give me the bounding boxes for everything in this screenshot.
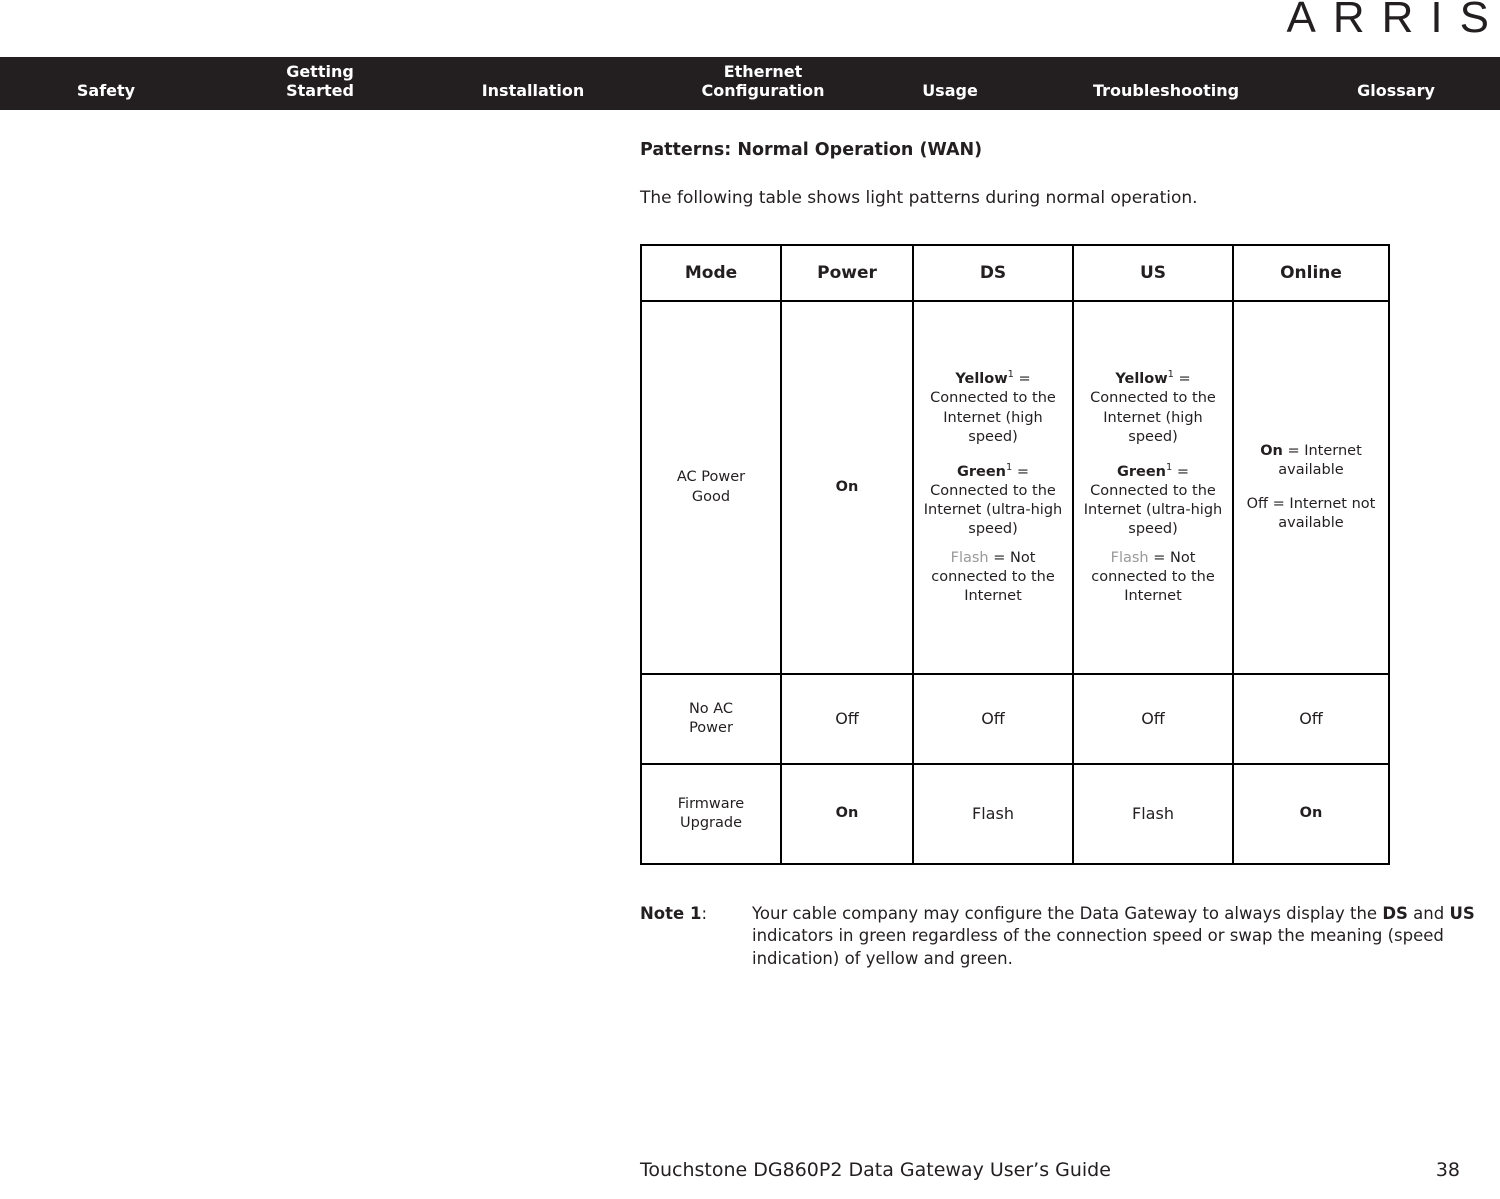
cell-us-no-ac-power: Off	[1072, 673, 1234, 765]
footnote-block: Note 1: Your cable company may configure…	[640, 903, 1500, 970]
footnote-colon: :	[701, 904, 708, 923]
intro-paragraph: The following table shows light patterns…	[640, 188, 1198, 208]
footnote-body: Your cable company may configure the Dat…	[752, 903, 1500, 970]
column-header-power: Power	[780, 244, 914, 302]
nav-item-troubleshooting[interactable]: Troubleshooting	[1093, 81, 1239, 100]
us-yellow-entry: Yellow1 = Connected to the Internet (hig…	[1083, 368, 1223, 446]
table-body: AC Power Good On Yellow1 = Connected to …	[640, 300, 1390, 865]
online-off-desc: = Internet not available	[1268, 495, 1376, 531]
document-page: ARRIS Safety Getting Started Installatio…	[0, 0, 1500, 1199]
ds-yellow-term: Yellow	[955, 371, 1008, 388]
footnote-bold-ds: DS	[1382, 904, 1408, 923]
nav-item-safety[interactable]: Safety	[77, 81, 135, 100]
cell-power-firmware-upgrade: On	[780, 763, 914, 865]
online-off-term: Off	[1246, 495, 1269, 512]
arris-logo: ARRIS	[1286, 0, 1500, 42]
table-header-row: Mode Power DS US Online	[640, 244, 1390, 302]
cell-mode-ac-power-good: AC Power Good	[640, 300, 782, 675]
footnote-label: Note 1:	[640, 903, 752, 970]
us-flash-term: Flash	[1110, 550, 1149, 567]
cell-us-ac-power-good: Yellow1 = Connected to the Internet (hig…	[1072, 300, 1234, 675]
cell-online-no-ac-power: Off	[1232, 673, 1390, 765]
us-green-entry: Green1 = Connected to the Internet (ultr…	[1083, 461, 1223, 539]
nav-item-ethernet-configuration[interactable]: Ethernet Configuration	[701, 62, 824, 100]
column-header-online: Online	[1232, 244, 1390, 302]
column-header-us: US	[1072, 244, 1234, 302]
nav-items-container: Safety Getting Started Installation Ethe…	[0, 57, 1500, 110]
nav-item-glossary[interactable]: Glossary	[1357, 81, 1435, 100]
cell-mode-firmware-upgrade: Firmware Upgrade	[640, 763, 782, 865]
table-row: AC Power Good On Yellow1 = Connected to …	[640, 300, 1390, 675]
led-patterns-table: Mode Power DS US Online AC Power Good On	[640, 244, 1390, 865]
footnote-text-part1: Your cable company may configure the Dat…	[752, 904, 1383, 923]
top-navigation-bar: Safety Getting Started Installation Ethe…	[0, 57, 1500, 110]
footer-page-number: 38	[1435, 1159, 1460, 1181]
page-title: Patterns: Normal Operation (WAN)	[640, 140, 983, 160]
mode-label: AC Power Good	[676, 469, 746, 505]
table-row: Firmware Upgrade On Flash Flash On	[640, 763, 1390, 865]
nav-item-usage[interactable]: Usage	[922, 81, 978, 100]
online-pattern-list: On = Internet available Off = Internet n…	[1239, 442, 1383, 533]
online-on-desc: = Internet available	[1278, 443, 1362, 479]
column-header-mode: Mode	[640, 244, 782, 302]
us-yellow-term: Yellow	[1115, 371, 1168, 388]
footnote-label-text: Note 1	[640, 904, 702, 923]
column-header-ds: DS	[912, 244, 1074, 302]
ds-yellow-entry: Yellow1 = Connected to the Internet (hig…	[923, 368, 1063, 446]
us-flash-entry: Flash = Not connected to the Internet	[1083, 549, 1223, 606]
table-row: No AC Power Off Off Off Off	[640, 673, 1390, 765]
online-on-term: On	[1260, 443, 1283, 460]
cell-online-firmware-upgrade: On	[1232, 763, 1390, 865]
cell-ds-ac-power-good: Yellow1 = Connected to the Internet (hig…	[912, 300, 1074, 675]
ds-green-entry: Green1 = Connected to the Internet (ultr…	[923, 461, 1063, 539]
nav-item-getting-started[interactable]: Getting Started	[286, 62, 354, 100]
footnote-text-part3: indicators in green regardless of the co…	[752, 926, 1444, 968]
ds-pattern-list: Yellow1 = Connected to the Internet (hig…	[919, 368, 1067, 606]
cell-ds-no-ac-power: Off	[912, 673, 1074, 765]
cell-online-ac-power-good: On = Internet available Off = Internet n…	[1232, 300, 1390, 675]
table-header: Mode Power DS US Online	[640, 244, 1390, 302]
cell-us-firmware-upgrade: Flash	[1072, 763, 1234, 865]
cell-power-ac-power-good: On	[780, 300, 914, 675]
footer-document-title: Touchstone DG860P2 Data Gateway User’s G…	[640, 1159, 1111, 1181]
us-pattern-list: Yellow1 = Connected to the Internet (hig…	[1079, 368, 1227, 606]
cell-power-no-ac-power: Off	[780, 673, 914, 765]
online-on-entry: On = Internet available	[1243, 442, 1379, 480]
cell-mode-no-ac-power: No AC Power	[640, 673, 782, 765]
footnote-text-part2: and	[1407, 904, 1450, 923]
mode-label: No AC Power	[688, 700, 734, 736]
ds-flash-entry: Flash = Not connected to the Internet	[923, 549, 1063, 606]
ds-green-term: Green	[956, 463, 1006, 480]
us-green-term: Green	[1116, 463, 1166, 480]
online-off-entry: Off = Internet not available	[1243, 495, 1379, 533]
nav-item-installation[interactable]: Installation	[482, 81, 585, 100]
footnote-bold-us: US	[1449, 904, 1475, 923]
cell-ds-firmware-upgrade: Flash	[912, 763, 1074, 865]
main-content: Patterns: Normal Operation (WAN) The fol…	[640, 140, 1500, 970]
mode-label: Firmware Upgrade	[677, 795, 745, 831]
page-footer: Touchstone DG860P2 Data Gateway User’s G…	[640, 1159, 1460, 1181]
ds-flash-term: Flash	[950, 550, 989, 567]
